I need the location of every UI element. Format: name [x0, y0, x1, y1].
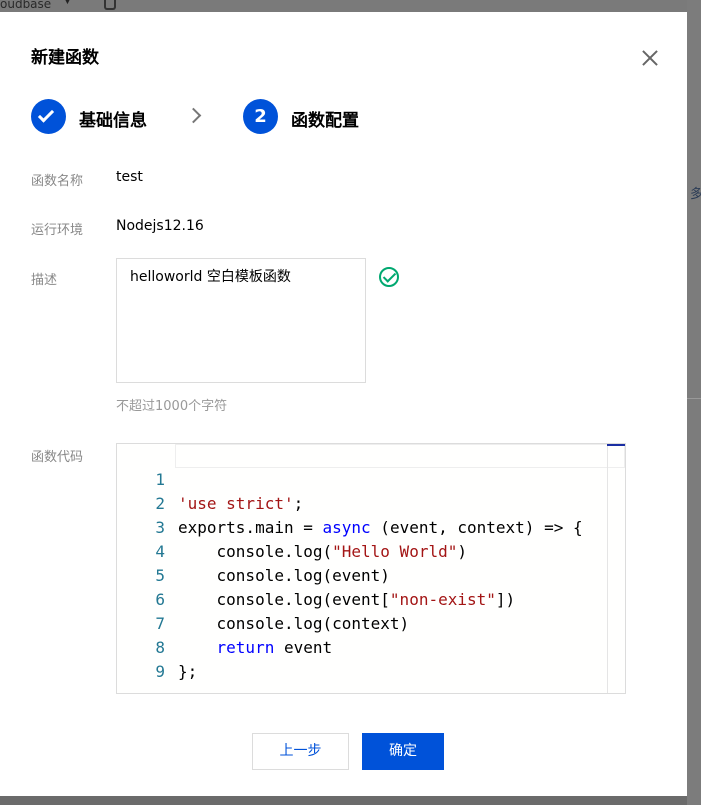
background-right-text: 多	[690, 187, 701, 202]
step-2-indicator: 2	[243, 99, 278, 134]
check-icon	[37, 106, 55, 123]
modal-title: 新建函数	[31, 48, 99, 68]
check-circle-icon	[379, 267, 399, 287]
description-hint: 不超过1000个字符	[116, 399, 228, 414]
background-right-strip	[687, 0, 701, 805]
background-app-label: oudbase	[0, 0, 52, 11]
code-line: 7 return event	[117, 588, 332, 657]
code-line: 6 console.log(context)	[117, 564, 409, 633]
code-token: console.log(context)	[178, 614, 410, 633]
code-token: event	[274, 638, 333, 657]
step-2-label: 函数配置	[291, 111, 359, 131]
scrollbar-position-marker	[607, 444, 625, 446]
create-function-modal: 新建函数 基础信息 2 函数配置 函数名称 test 运行环境 Nodejs12…	[0, 12, 687, 796]
background-header: oudbase ▼	[0, 0, 701, 12]
code-token: 'use strict'	[178, 494, 294, 513]
code-token: "Hello World"	[332, 542, 458, 561]
description-textarea[interactable]: helloworld 空白模板函数	[116, 258, 366, 383]
function-code-label: 函数代码	[31, 450, 84, 465]
step-1-label: 基础信息	[79, 111, 147, 131]
code-line: 1 'use strict';	[117, 444, 303, 513]
runtime-label: 运行环境	[31, 223, 84, 238]
code-token: )	[457, 542, 467, 561]
code-line: 4 console.log(event)	[117, 516, 390, 585]
previous-step-button[interactable]: 上一步	[252, 733, 349, 770]
line-number: 9	[155, 662, 165, 681]
step-1-indicator	[31, 99, 66, 134]
code-line: 9	[117, 636, 175, 681]
lock-icon	[104, 0, 116, 10]
function-name-value: test	[116, 169, 143, 185]
description-label: 描述	[31, 273, 58, 288]
editor-scrollbar[interactable]	[607, 444, 608, 693]
code-token: ;	[293, 494, 304, 513]
code-token: ])	[495, 590, 516, 609]
code-line: 2 exports.main = async (event, context) …	[117, 468, 582, 537]
code-token: return	[216, 638, 275, 657]
code-token: };	[178, 662, 198, 681]
function-name-label: 函数名称	[31, 174, 84, 189]
chevron-right-icon	[185, 107, 202, 124]
code-line: 5 console.log(event["non-exist"])	[117, 540, 515, 609]
current-line-highlight	[175, 444, 625, 468]
background-divider	[687, 398, 701, 399]
close-icon[interactable]	[638, 46, 662, 70]
confirm-button[interactable]: 确定	[362, 733, 444, 770]
code-token: async	[322, 518, 371, 537]
code-token: console.log(event)	[178, 566, 390, 585]
code-editor[interactable]: 1 'use strict'; 2 exports.main = async (…	[116, 443, 626, 694]
code-line: 8 };	[117, 612, 197, 681]
code-token: exports.main =	[178, 518, 323, 537]
code-line: 3 console.log("Hello World")	[117, 492, 467, 561]
code-token: console.log(event[	[178, 590, 390, 609]
code-token: "non-exist"	[389, 590, 496, 609]
code-token: console.log(	[178, 542, 333, 561]
runtime-value: Nodejs12.16	[116, 218, 204, 234]
caret-down-icon: ▼	[64, 0, 71, 6]
code-token: (event, context) => {	[370, 518, 583, 537]
